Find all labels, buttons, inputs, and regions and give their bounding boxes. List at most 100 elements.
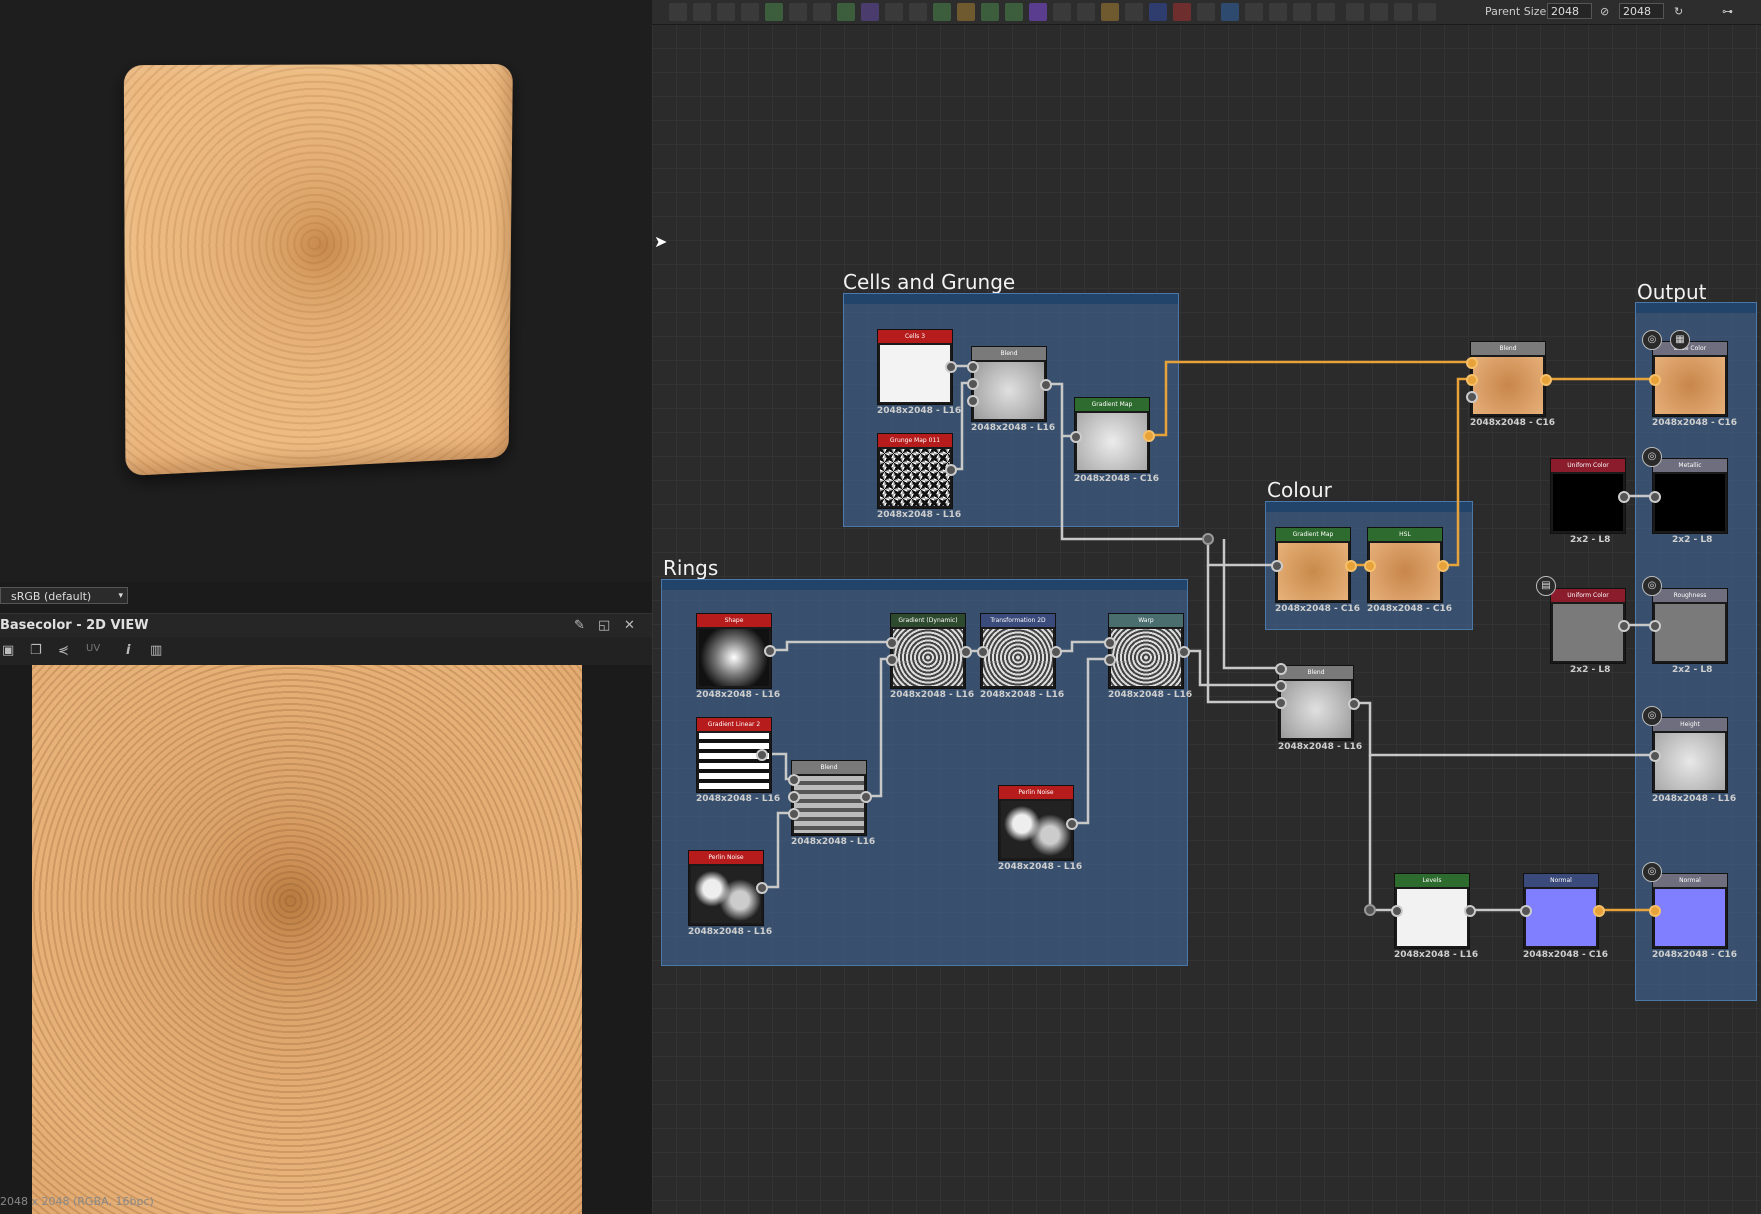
node-shape[interactable]: Shape (696, 613, 772, 689)
3d-preview-icon[interactable]: ▦ (1670, 330, 1690, 350)
output-port[interactable] (860, 791, 872, 803)
output-port[interactable] (1618, 620, 1630, 632)
node-header: Uniform Color (1551, 589, 1625, 602)
node-thumbnail (1473, 357, 1543, 414)
input-port[interactable] (1275, 680, 1287, 692)
output-port[interactable] (1540, 374, 1552, 386)
output-usage-icon[interactable]: ◎ (1642, 576, 1662, 596)
output-port[interactable] (1050, 646, 1062, 658)
node-output-height[interactable]: Height (1652, 717, 1728, 793)
node-blend-top[interactable]: Blend (1470, 341, 1546, 417)
node-perlin-noise-1[interactable]: Perlin Noise (688, 850, 764, 926)
node-blend-1[interactable]: Blend (971, 346, 1047, 422)
node-header: Blend (972, 347, 1046, 360)
input-port[interactable] (1466, 357, 1478, 369)
input-port[interactable] (977, 646, 989, 658)
node-caption: 2048x2048 - C16 (1074, 474, 1160, 484)
node-blend-rings[interactable]: Blend (791, 760, 867, 836)
node-blend-mid[interactable]: Blend (1278, 665, 1354, 741)
node-thumbnail (1553, 604, 1623, 661)
node-warp[interactable]: Warp (1108, 613, 1184, 689)
node-output-basecolor[interactable]: Base Color (1652, 341, 1728, 417)
output-port[interactable] (1066, 818, 1078, 830)
input-port[interactable] (967, 378, 979, 390)
reroute-dot (1364, 904, 1376, 916)
input-port[interactable] (967, 395, 979, 407)
node-caption: 2x2 - L8 (1672, 535, 1713, 545)
node-caption: 2x2 - L8 (1570, 665, 1611, 675)
output-usage-icon[interactable]: ◎ (1642, 330, 1662, 350)
node-thumbnail (1001, 801, 1071, 858)
output-port[interactable] (1464, 905, 1476, 917)
output-port[interactable] (756, 882, 768, 894)
node-perlin-noise-2[interactable]: Perlin Noise (998, 785, 1074, 861)
node-gradient-map-2[interactable]: Gradient Map (1275, 527, 1351, 603)
output-port[interactable] (1437, 560, 1449, 572)
input-port[interactable] (1104, 654, 1116, 666)
output-port[interactable] (945, 464, 957, 476)
node-thumbnail (1655, 604, 1725, 661)
input-port[interactable] (1104, 637, 1116, 649)
output-port[interactable] (764, 645, 776, 657)
input-port[interactable] (1649, 905, 1661, 917)
output-usage-icon[interactable]: ◎ (1642, 862, 1662, 882)
node-caption: 2048x2048 - C16 (1470, 418, 1556, 428)
node-output-metallic[interactable]: Metallic (1652, 458, 1728, 534)
output-port[interactable] (1143, 430, 1155, 442)
node-output-roughness[interactable]: Roughness (1652, 588, 1728, 664)
node-transform-2d[interactable]: Transformation 2D (980, 613, 1056, 689)
node-header: Cells 3 (878, 330, 952, 343)
input-port[interactable] (1391, 905, 1403, 917)
comment-icon[interactable]: ▤ (1536, 576, 1556, 596)
output-port[interactable] (1345, 560, 1357, 572)
input-port[interactable] (1070, 431, 1082, 443)
output-port[interactable] (756, 749, 768, 761)
output-port[interactable] (960, 646, 972, 658)
output-port[interactable] (1618, 491, 1630, 503)
node-output-normal[interactable]: Normal (1652, 873, 1728, 949)
node-uniform-metal[interactable]: Uniform Color (1550, 458, 1626, 534)
input-port[interactable] (1466, 391, 1478, 403)
input-port[interactable] (788, 791, 800, 803)
input-port[interactable] (886, 654, 898, 666)
output-port[interactable] (1593, 905, 1605, 917)
output-port[interactable] (945, 361, 957, 373)
node-cells3[interactable]: Cells 3 (877, 329, 953, 405)
node-gradient-map-1[interactable]: Gradient Map (1074, 397, 1150, 473)
input-port[interactable] (1520, 905, 1532, 917)
input-port[interactable] (788, 774, 800, 786)
input-port[interactable] (1275, 663, 1287, 675)
input-port[interactable] (1364, 560, 1376, 572)
node-levels[interactable]: Levels (1394, 873, 1470, 949)
output-usage-icon[interactable]: ◎ (1642, 706, 1662, 726)
input-port[interactable] (1649, 620, 1661, 632)
output-port[interactable] (1040, 379, 1052, 391)
input-port[interactable] (886, 637, 898, 649)
input-port[interactable] (1649, 750, 1661, 762)
node-header: Height (1653, 718, 1727, 731)
link (770, 640, 894, 652)
node-header: Blend (1471, 342, 1545, 355)
input-port[interactable] (1649, 491, 1661, 503)
node-gradient-dynamic[interactable]: Gradient (Dynamic) (890, 613, 966, 689)
node-caption: 2048x2048 - L16 (688, 927, 773, 937)
node-grunge-map[interactable]: Grunge Map 011 (877, 433, 953, 509)
node-uniform-rough[interactable]: Uniform Color (1550, 588, 1626, 664)
input-port[interactable] (967, 361, 979, 373)
node-caption: 2048x2048 - L16 (877, 406, 962, 416)
input-port[interactable] (1466, 374, 1478, 386)
input-port[interactable] (1271, 560, 1283, 572)
node-hsl[interactable]: HSL (1367, 527, 1443, 603)
node-thumbnail (1553, 474, 1623, 531)
input-port[interactable] (1275, 697, 1287, 709)
input-port[interactable] (788, 808, 800, 820)
link (1149, 360, 1474, 437)
node-normal[interactable]: Normal (1523, 873, 1599, 949)
node-header: Roughness (1653, 589, 1727, 602)
output-port[interactable] (1348, 698, 1360, 710)
node-header: Grunge Map 011 (878, 434, 952, 447)
input-port[interactable] (1649, 374, 1661, 386)
node-caption: 2048x2048 - L16 (890, 690, 975, 700)
output-usage-icon[interactable]: ◎ (1642, 447, 1662, 467)
output-port[interactable] (1178, 646, 1190, 658)
